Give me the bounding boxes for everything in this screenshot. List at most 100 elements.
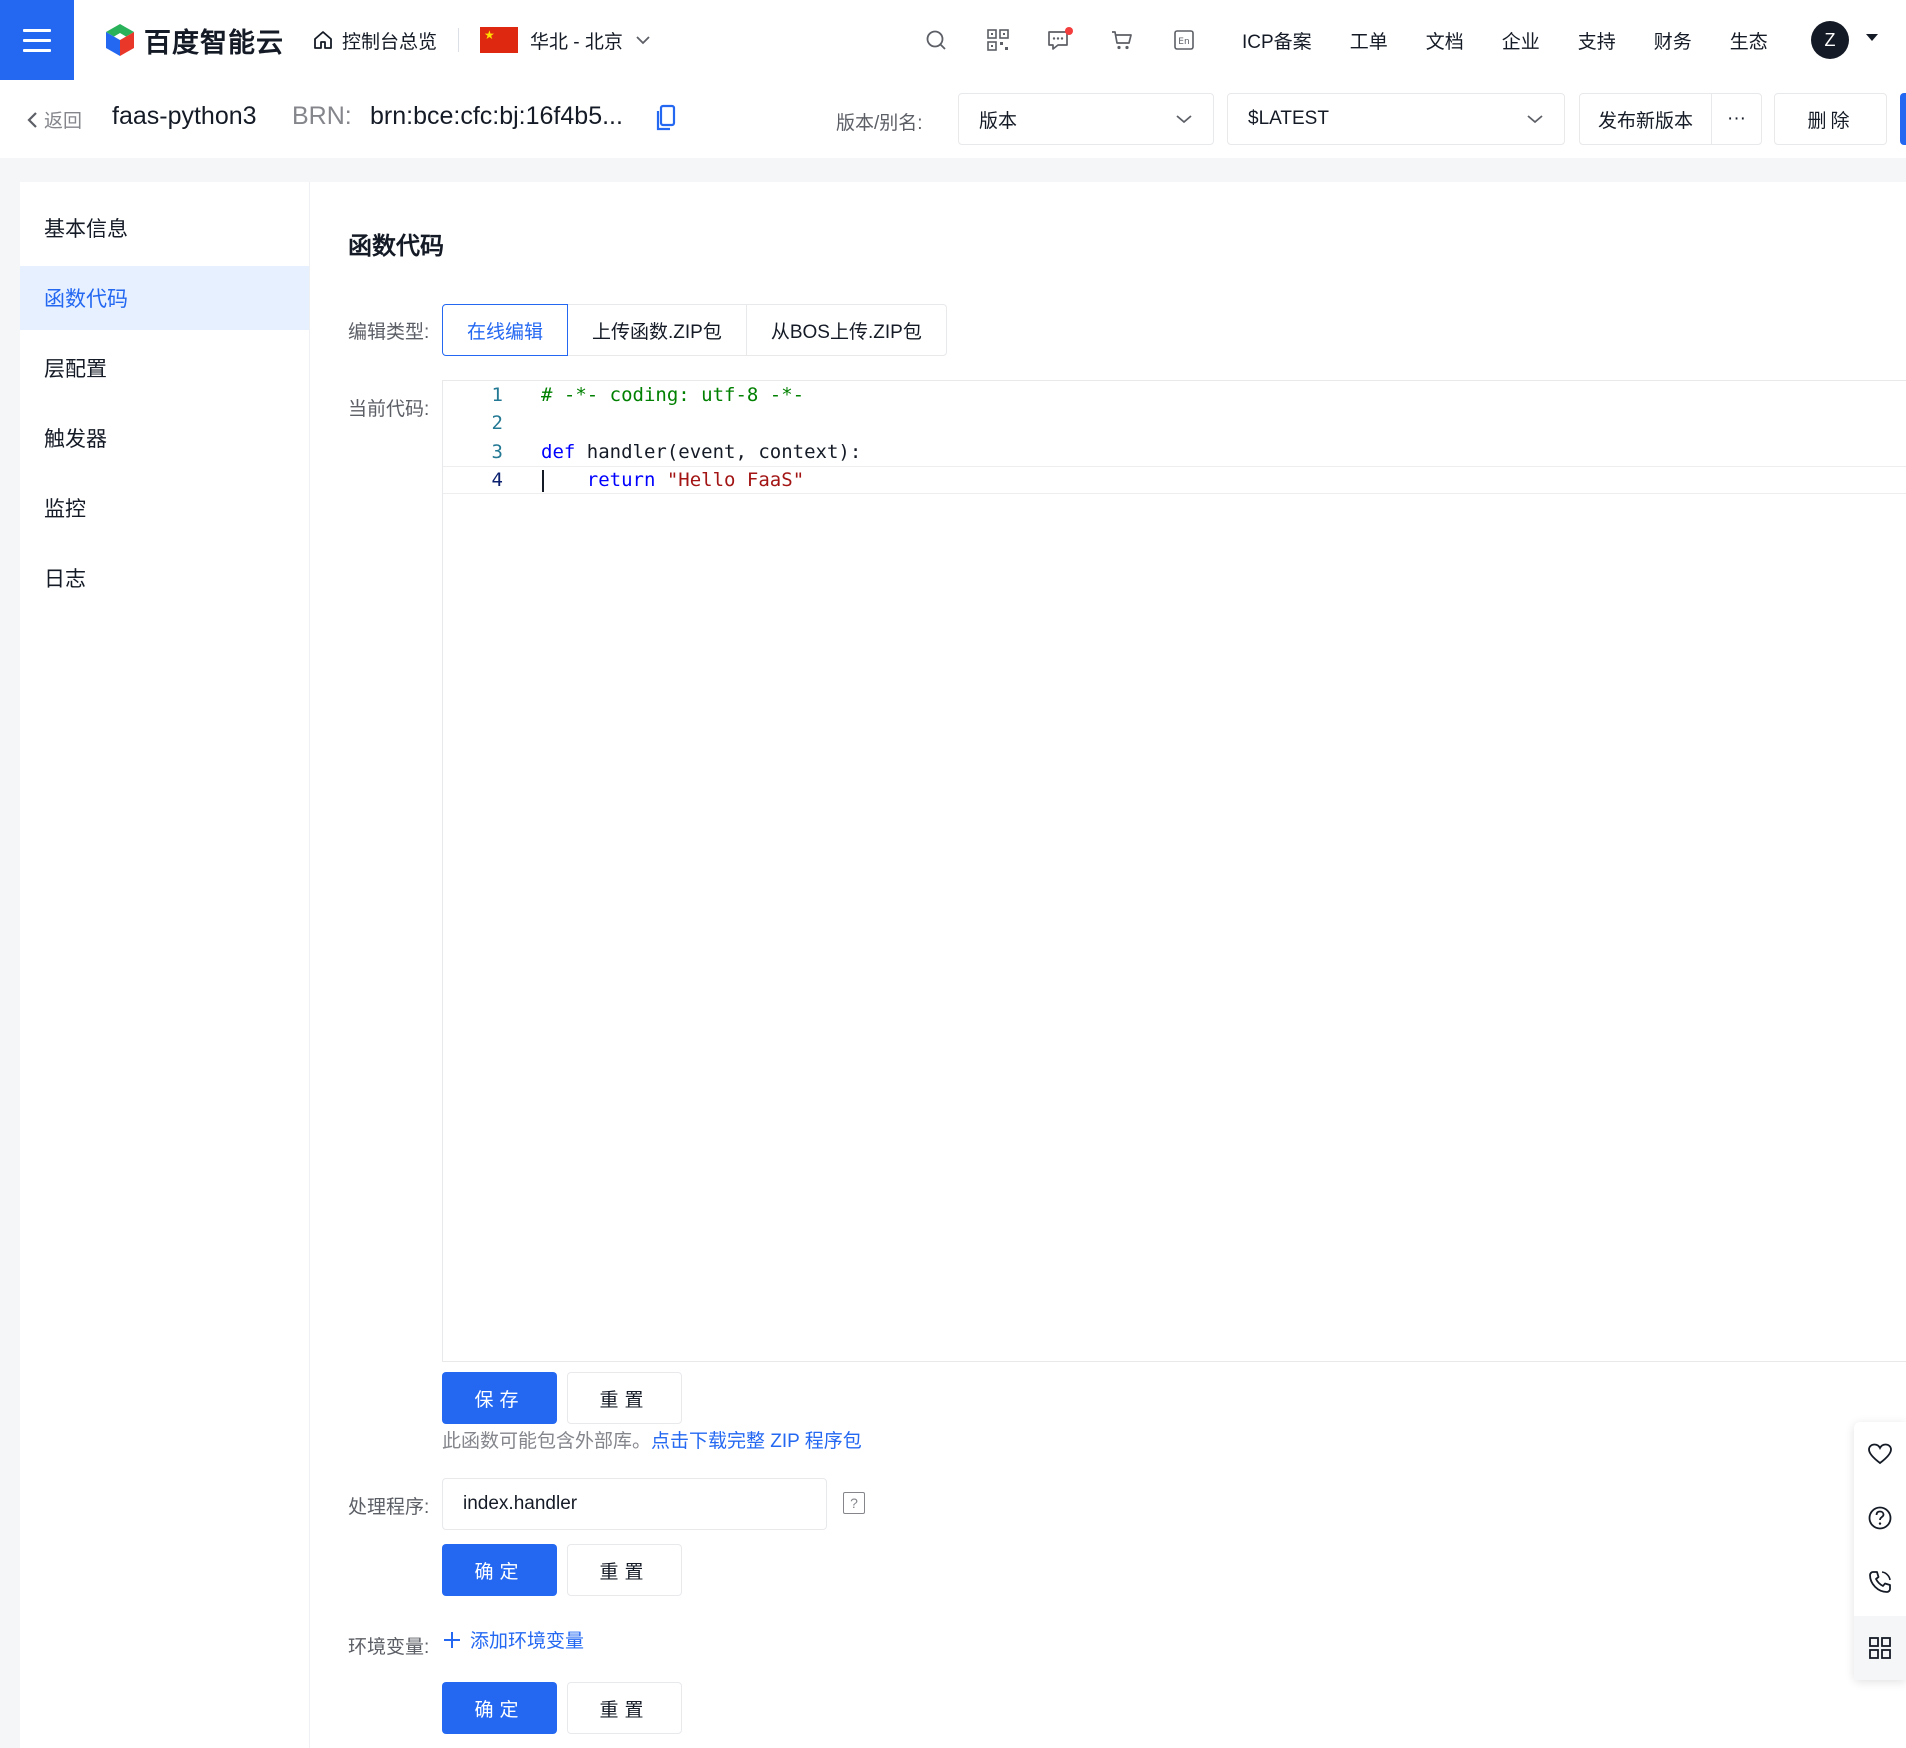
china-flag-icon xyxy=(480,27,518,53)
sidebar-item-triggers[interactable]: 触发器 xyxy=(20,406,309,470)
add-env-var-button[interactable]: 添加环境变量 xyxy=(442,1626,584,1653)
sidebar-item-layer-config[interactable]: 层配置 xyxy=(20,336,309,400)
home-icon xyxy=(314,31,332,49)
svg-text:En: En xyxy=(1178,37,1189,47)
sidebar-item-monitor[interactable]: 监控 xyxy=(20,476,309,540)
handler-input[interactable]: index.handler xyxy=(442,1478,827,1530)
cart-icon[interactable] xyxy=(1106,24,1138,56)
region-selector[interactable]: 华北 - 北京 xyxy=(480,24,651,56)
line-number: 1 xyxy=(491,384,503,406)
chevron-down-icon xyxy=(1176,115,1192,124)
phone-icon[interactable] xyxy=(1854,1550,1906,1614)
function-header: 返回 faas-python3 BRN: brn:bce:cfc:bj:16f4… xyxy=(0,80,1906,158)
tab-upload-zip[interactable]: 上传函数.ZIP包 xyxy=(567,304,747,356)
section-title: 函数代码 xyxy=(348,233,444,260)
floating-toolbar xyxy=(1854,1422,1906,1680)
nav-divider xyxy=(458,28,459,52)
message-icon[interactable] xyxy=(1044,24,1076,56)
sidebar-item-basic-info[interactable]: 基本信息 xyxy=(20,196,309,260)
current-code-label: 当前代码: xyxy=(348,399,430,420)
nav-link-docs[interactable]: 文档 xyxy=(1426,27,1464,54)
user-avatar[interactable]: Z xyxy=(1811,21,1849,59)
version-value-select[interactable]: $LATEST xyxy=(1227,93,1565,145)
nav-icon-group: En xyxy=(920,22,1200,58)
more-actions-button[interactable]: ··· xyxy=(1711,93,1762,145)
line-number: 3 xyxy=(491,441,503,463)
version-type-value: 版本 xyxy=(979,110,1018,132)
back-button[interactable]: 返回 xyxy=(26,106,82,133)
add-env-var-label: 添加环境变量 xyxy=(470,1631,585,1652)
nav-link-support[interactable]: 支持 xyxy=(1578,27,1616,54)
menu-icon-bar xyxy=(23,38,51,42)
line-number: 2 xyxy=(491,412,503,434)
tip-text: 此函数可能包含外部库。 xyxy=(442,1431,652,1452)
chevron-down-icon xyxy=(1527,115,1543,124)
code-text: return "Hello FaaS" xyxy=(586,469,805,491)
brand-name: 百度智能云 xyxy=(144,27,284,58)
chevron-down-icon xyxy=(636,36,650,45)
language-en-icon[interactable]: En xyxy=(1168,24,1200,56)
nav-link-ecosystem[interactable]: 生态 xyxy=(1730,27,1768,54)
plus-icon xyxy=(444,1631,460,1648)
cube-logo-icon xyxy=(106,24,134,56)
nav-links: ICP备案 工单 文档 企业 支持 财务 生态 xyxy=(1242,22,1768,58)
tab-bos-upload-zip[interactable]: 从BOS上传.ZIP包 xyxy=(745,304,947,356)
reset-code-button[interactable]: 重置 xyxy=(567,1372,682,1424)
help-circle-icon[interactable] xyxy=(1854,1486,1906,1550)
sidebar-item-function-code[interactable]: 函数代码 xyxy=(20,266,309,330)
brand-logo[interactable]: 百度智能云 xyxy=(104,20,284,60)
qrcode-icon[interactable] xyxy=(982,24,1014,56)
edit-type-tabs: 在线编辑 上传函数.ZIP包 从BOS上传.ZIP包 xyxy=(442,304,947,356)
code-editor[interactable]: 1 # -*- coding: utf-8 -*- 2 3 def handle… xyxy=(442,380,1906,1362)
hamburger-menu-button[interactable] xyxy=(0,0,74,80)
nav-link-enterprise[interactable]: 企业 xyxy=(1502,27,1540,54)
brn-label: BRN: xyxy=(292,102,352,130)
reset-handler-button[interactable]: 重置 xyxy=(567,1544,682,1596)
delete-button[interactable]: 删除 xyxy=(1774,93,1887,145)
code-line-current: 4 return "Hello FaaS" xyxy=(443,466,1906,494)
brn-value: brn:bce:cfc:bj:16f4b5... xyxy=(370,102,623,130)
code-line: 2 xyxy=(443,409,1906,437)
menu-icon-bar xyxy=(23,28,51,32)
publish-version-button[interactable]: 发布新版本 xyxy=(1579,93,1712,145)
confirm-env-button[interactable]: 确定 xyxy=(442,1682,557,1734)
code-line: 3 def handler(event, context): xyxy=(443,438,1906,466)
question-icon[interactable]: ? xyxy=(843,1492,865,1514)
version-alias-label: 版本/别名: xyxy=(836,113,923,134)
line-number: 4 xyxy=(491,469,503,491)
back-label: 返回 xyxy=(44,111,83,132)
code-line: 1 # -*- coding: utf-8 -*- xyxy=(443,381,1906,409)
reset-env-button[interactable]: 重置 xyxy=(567,1682,682,1734)
version-value: $LATEST xyxy=(1248,108,1329,129)
copy-icon[interactable] xyxy=(655,104,677,132)
chevron-left-icon xyxy=(27,111,37,128)
nav-link-ticket[interactable]: 工单 xyxy=(1350,27,1388,54)
code-text: def handler(event, context): xyxy=(541,441,862,463)
nav-link-icp[interactable]: ICP备案 xyxy=(1242,27,1312,54)
tab-online-edit[interactable]: 在线编辑 xyxy=(442,304,569,356)
heart-icon[interactable] xyxy=(1854,1422,1906,1486)
region-label: 华北 - 北京 xyxy=(530,31,623,53)
handler-label: 处理程序: xyxy=(348,1497,430,1518)
text-cursor xyxy=(542,470,544,492)
nav-link-finance[interactable]: 财务 xyxy=(1654,27,1692,54)
caret-down-icon[interactable] xyxy=(1866,34,1878,41)
sidebar-item-logs[interactable]: 日志 xyxy=(20,546,309,610)
function-name: faas-python3 xyxy=(112,102,257,130)
menu-icon-bar xyxy=(23,48,51,52)
env-vars-label: 环境变量: xyxy=(348,1637,430,1658)
function-code-panel: 函数代码 编辑类型: 在线编辑 上传函数.ZIP包 从BOS上传.ZIP包 当前… xyxy=(310,182,1906,1748)
save-code-button[interactable]: 保存 xyxy=(442,1372,557,1424)
console-overview-link[interactable]: 控制台总览 xyxy=(312,24,437,56)
edit-type-label: 编辑类型: xyxy=(348,322,430,343)
grid-icon[interactable] xyxy=(1854,1616,1906,1680)
function-sidebar: 基本信息 函数代码 层配置 触发器 监控 日志 xyxy=(20,182,310,1748)
download-zip-link[interactable]: 点击下载完整 ZIP 程序包 xyxy=(651,1431,862,1452)
console-overview-label: 控制台总览 xyxy=(342,31,438,53)
search-icon[interactable] xyxy=(920,24,952,56)
confirm-handler-button[interactable]: 确定 xyxy=(442,1544,557,1596)
primary-button-edge[interactable] xyxy=(1900,93,1906,145)
top-navbar: 百度智能云 控制台总览 华北 - 北京 En ICP备案 工单 文档 企业 支持… xyxy=(0,0,1906,80)
version-type-select[interactable]: 版本 xyxy=(958,93,1214,145)
external-lib-tip: 此函数可能包含外部库。点击下载完整 ZIP 程序包 xyxy=(442,1426,862,1453)
